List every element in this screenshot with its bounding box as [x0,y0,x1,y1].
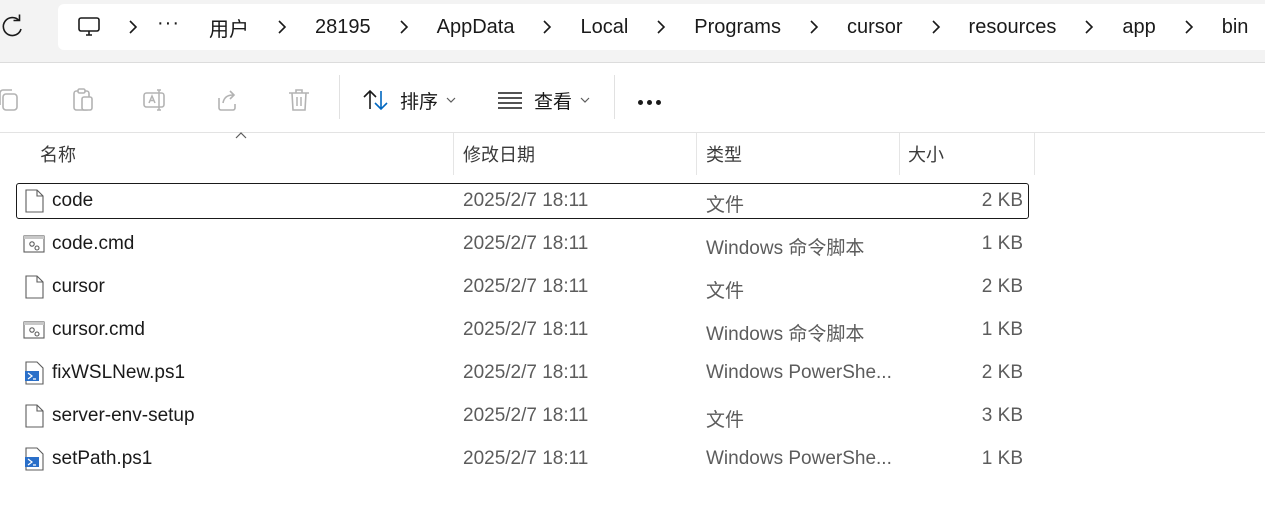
column-header-type[interactable]: 类型 [706,133,742,175]
chevron-right-icon[interactable] [390,4,418,50]
toolbar-separator [614,75,615,119]
file-size: 3 KB [981,405,1023,426]
file-size: 2 KB [981,276,1023,297]
powershell-file-icon [25,447,44,471]
view-icon [498,92,522,109]
sort-ascending-icon [235,132,247,139]
breadcrumb-overflow[interactable]: ··· [147,12,190,43]
file-size: 1 KB [981,448,1023,469]
chevron-right-icon[interactable] [922,4,950,50]
file-row[interactable]: cursor.cmd 2025/2/7 18:11 Windows 命令脚本 1… [0,309,1265,352]
file-type: 文件 [706,410,745,431]
chevron-right-icon[interactable] [1075,4,1103,50]
file-modified: 2025/2/7 18:11 [463,319,589,340]
file-name: server-env-setup [52,405,195,426]
file-name: cursor.cmd [52,319,145,340]
column-header-size[interactable]: 大小 [908,133,944,175]
cmd-file-icon [23,321,45,339]
sort-label: 排序 [400,91,439,113]
view-label: 查看 [534,91,573,113]
refresh-icon[interactable] [0,14,26,40]
file-size: 1 KB [981,319,1023,340]
delete-icon[interactable] [286,87,312,113]
breadcrumb-item-bin[interactable]: bin [1203,16,1265,39]
file-modified: 2025/2/7 18:11 [463,190,589,211]
cmd-file-icon [23,235,45,253]
chevron-right-icon[interactable] [533,4,561,50]
file-type: Windows 命令脚本 [706,238,865,259]
breadcrumb-item-resources[interactable]: resources [950,16,1076,39]
share-icon[interactable] [214,87,240,113]
breadcrumb: ··· 用户 28195 AppData Local Programs curs… [58,4,1265,50]
file-icon [25,404,44,428]
file-size: 1 KB [981,233,1023,254]
file-modified: 2025/2/7 18:11 [463,405,589,426]
chevron-right-icon[interactable] [119,4,147,50]
rename-icon[interactable] [142,87,168,113]
file-type: Windows 命令脚本 [706,324,865,345]
file-icon [25,275,44,299]
toolbar-separator [339,75,340,119]
column-divider[interactable] [899,133,900,175]
breadcrumb-item-local[interactable]: Local [561,16,647,39]
file-icon [25,189,44,213]
breadcrumb-item-user[interactable]: 28195 [296,16,390,39]
paste-icon[interactable] [70,87,96,113]
command-bar: 排序 查看 [0,63,1265,132]
file-modified: 2025/2/7 18:11 [463,448,589,469]
file-row[interactable]: setPath.ps1 2025/2/7 18:11 Windows Power… [0,438,1265,481]
file-type: Windows PowerShe... [706,362,892,383]
file-modified: 2025/2/7 18:11 [463,276,589,297]
file-type: 文件 [706,195,745,216]
sort-button[interactable]: 排序 [362,83,456,117]
chevron-right-icon[interactable] [647,4,675,50]
column-divider[interactable] [1034,133,1035,175]
file-size: 2 KB [981,362,1023,383]
breadcrumb-item-users[interactable]: 用户 [190,13,268,42]
breadcrumb-item-app[interactable]: app [1103,16,1174,39]
view-button[interactable]: 查看 [496,83,590,117]
column-divider[interactable] [453,133,454,175]
file-name: code.cmd [52,233,135,254]
column-header-modified[interactable]: 修改日期 [463,133,535,175]
more-options-icon[interactable] [638,100,661,105]
file-row[interactable]: cursor 2025/2/7 18:11 文件 2 KB [0,266,1265,309]
column-header-name[interactable]: 名称 [40,133,76,175]
copy-icon[interactable] [0,87,22,113]
column-divider[interactable] [696,133,697,175]
file-type: 文件 [706,281,745,302]
file-row[interactable]: server-env-setup 2025/2/7 18:11 文件 3 KB [0,395,1265,438]
file-modified: 2025/2/7 18:11 [463,362,589,383]
breadcrumb-item-programs[interactable]: Programs [675,16,800,39]
chevron-right-icon[interactable] [268,4,296,50]
file-row[interactable]: code.cmd 2025/2/7 18:11 Windows 命令脚本 1 K… [0,223,1265,266]
address-bar[interactable]: ··· 用户 28195 AppData Local Programs curs… [58,4,1265,50]
file-row[interactable]: fixWSLNew.ps1 2025/2/7 18:11 Windows Pow… [0,352,1265,395]
chevron-down-icon [580,97,590,103]
file-size: 2 KB [981,190,1023,211]
file-name: setPath.ps1 [52,448,153,469]
this-pc-icon[interactable] [77,15,101,39]
breadcrumb-item-cursor[interactable]: cursor [828,16,922,39]
file-name: cursor [52,276,105,297]
file-modified: 2025/2/7 18:11 [463,233,589,254]
powershell-file-icon [25,361,44,385]
file-list: code 2025/2/7 18:11 文件 2 KB code.cmd 202… [0,180,1265,481]
address-bar-area: ··· 用户 28195 AppData Local Programs curs… [0,0,1265,62]
file-row[interactable]: code 2025/2/7 18:11 文件 2 KB [0,180,1265,223]
chevron-right-icon[interactable] [1175,4,1203,50]
file-name: fixWSLNew.ps1 [52,362,186,383]
file-name: code [52,190,94,211]
divider [0,132,1265,133]
chevron-down-icon [446,97,456,103]
sort-icon [363,89,388,111]
breadcrumb-item-appdata[interactable]: AppData [418,16,534,39]
file-type: Windows PowerShe... [706,448,892,469]
chevron-right-icon[interactable] [800,4,828,50]
